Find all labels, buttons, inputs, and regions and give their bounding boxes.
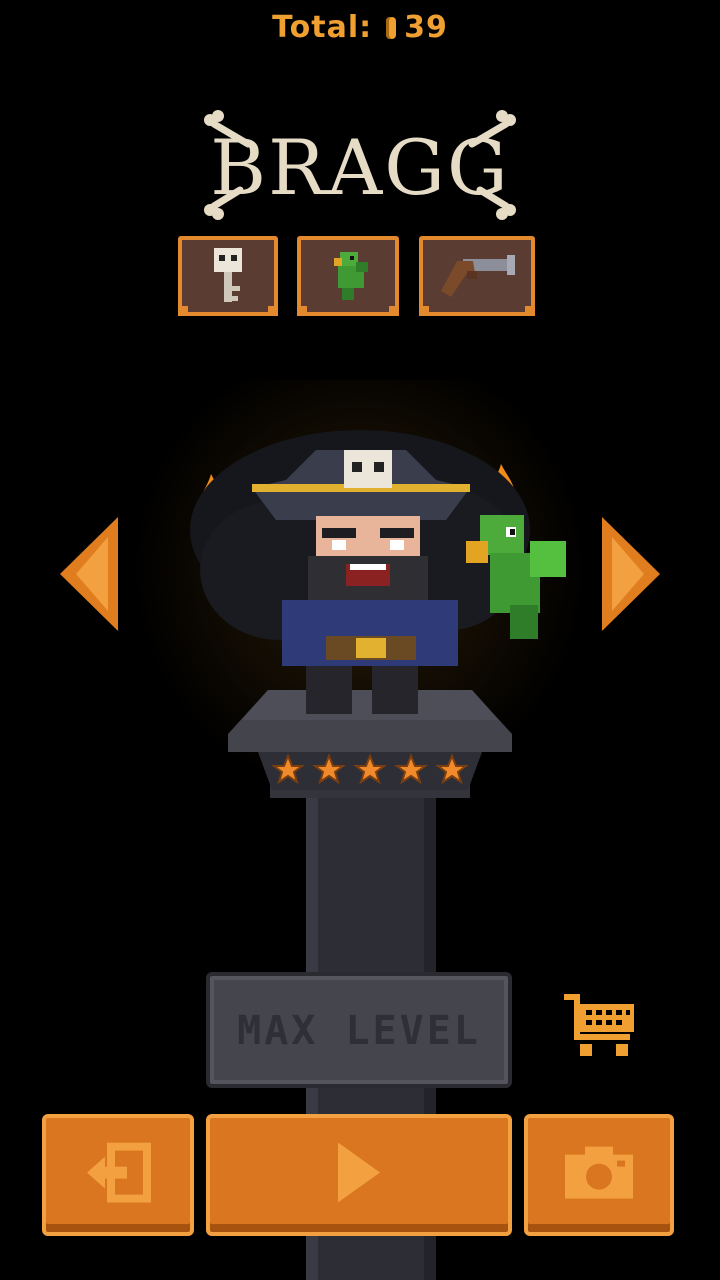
total-coins: Total: 39	[0, 10, 720, 45]
max-level-button[interactable]: MAX LEVEL	[206, 972, 512, 1088]
screenshot-button[interactable]	[524, 1114, 674, 1236]
equipment-slot-pistol[interactable]	[419, 236, 535, 316]
character-title: BRAGG	[200, 110, 520, 220]
next-character-arrow[interactable]	[600, 515, 662, 633]
coin-count: 39	[404, 10, 448, 45]
parrot-icon	[334, 252, 368, 300]
equipment-slot-skull-key[interactable]	[178, 236, 278, 316]
total-label: Total:	[272, 10, 373, 45]
play-button[interactable]	[206, 1114, 512, 1236]
prev-character-arrow[interactable]	[58, 515, 120, 633]
hat-skull-icon	[344, 450, 392, 488]
pirate-character	[252, 450, 470, 714]
play-icon	[338, 1142, 380, 1203]
parrot-companion	[466, 515, 566, 639]
equipment-slot-parrot[interactable]	[297, 236, 399, 316]
pistol-icon	[441, 255, 515, 297]
exit-button[interactable]	[42, 1114, 194, 1236]
coin-icon	[386, 17, 397, 39]
shop-cart-icon[interactable]	[560, 990, 640, 1060]
skull-key-icon	[214, 248, 242, 302]
character-name: BRAGG	[210, 123, 510, 212]
camera-icon	[565, 1146, 633, 1199]
max-level-label: MAX LEVEL	[237, 1008, 481, 1054]
exit-icon	[87, 1142, 151, 1203]
